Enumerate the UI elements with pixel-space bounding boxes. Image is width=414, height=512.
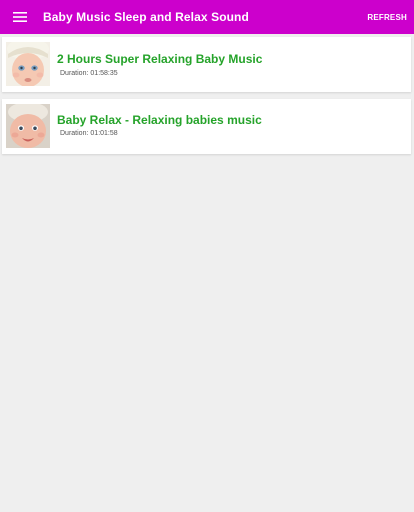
hamburger-menu-icon — [13, 12, 27, 22]
video-thumbnail — [6, 104, 50, 148]
duration-label: Duration: — [60, 70, 89, 77]
video-list-item[interactable]: Baby Relax - Relaxing babies music Durat… — [2, 99, 411, 154]
video-title: 2 Hours Super Relaxing Baby Music — [57, 52, 263, 66]
video-duration: Duration: 01:58:35 — [60, 70, 118, 77]
menu-button[interactable] — [0, 0, 40, 34]
video-title: Baby Relax - Relaxing babies music — [57, 113, 262, 127]
video-thumbnail — [6, 42, 50, 86]
app-screen: Baby Music Sleep and Relax Sound REFRESH — [0, 0, 414, 512]
video-list-item[interactable]: 2 Hours Super Relaxing Baby Music Durati… — [2, 37, 411, 92]
baby-photo-thumbnail — [6, 104, 50, 148]
video-duration: Duration: 01:01:58 — [60, 130, 118, 137]
duration-value: 01:01:58 — [90, 130, 118, 137]
duration-label: Duration: — [60, 130, 89, 137]
refresh-button[interactable]: REFRESH — [367, 0, 407, 34]
baby-photo-thumbnail — [6, 42, 50, 86]
app-title: Baby Music Sleep and Relax Sound — [43, 10, 249, 24]
duration-value: 01:58:35 — [90, 70, 118, 77]
app-bar: Baby Music Sleep and Relax Sound REFRESH — [0, 0, 414, 34]
